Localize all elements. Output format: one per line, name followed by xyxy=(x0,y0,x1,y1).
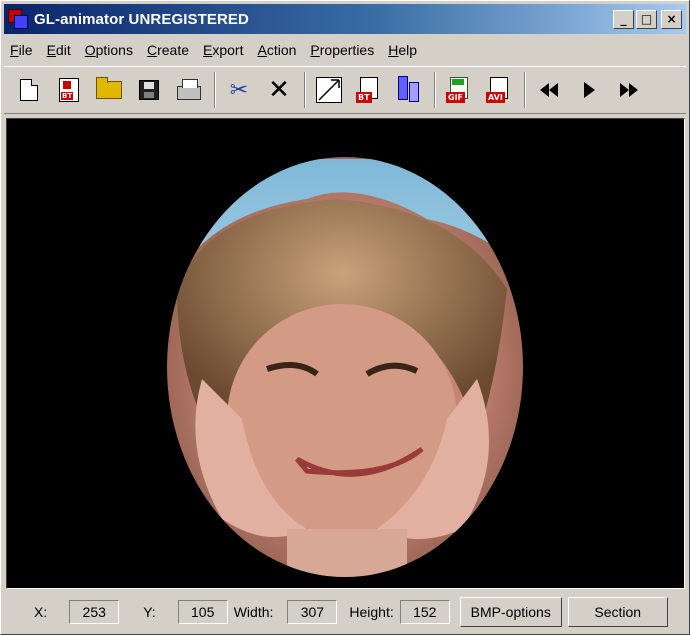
delete-button[interactable]: ✕ xyxy=(264,73,294,107)
height-field[interactable]: 152 xyxy=(399,600,450,624)
width-field[interactable]: 307 xyxy=(287,600,338,624)
save-button[interactable] xyxy=(134,73,164,107)
open-folder-icon xyxy=(96,77,122,99)
blue-bars-icon xyxy=(396,76,422,104)
rewind-icon xyxy=(540,83,558,97)
print-button[interactable] xyxy=(174,73,204,107)
x-label: X: xyxy=(34,604,48,620)
title-bar[interactable]: GL-animator UNREGISTERED _ □ × xyxy=(4,4,686,34)
menu-create[interactable]: Create xyxy=(147,42,189,58)
app-window: GL-animator UNREGISTERED _ □ × File Edit… xyxy=(0,0,690,635)
play-button[interactable] xyxy=(574,73,604,107)
export-avi-button[interactable]: AVI xyxy=(484,73,514,107)
fast-forward-button[interactable] xyxy=(614,73,644,107)
toolbar-separator xyxy=(434,72,436,108)
blue-bars-button[interactable] xyxy=(394,73,424,107)
y-field[interactable]: 105 xyxy=(177,600,228,624)
animation-canvas[interactable] xyxy=(6,118,685,589)
minimize-button[interactable]: _ xyxy=(613,9,634,29)
open-folder-button[interactable] xyxy=(94,73,124,107)
window-title: GL-animator UNREGISTERED xyxy=(34,10,249,28)
delete-x-icon: ✕ xyxy=(268,75,290,105)
morphed-face-image xyxy=(167,157,523,577)
export-bt-icon: BT xyxy=(356,77,382,103)
export-gif-button[interactable]: GIF xyxy=(444,73,474,107)
new-document-icon xyxy=(20,79,38,101)
x-field[interactable]: 253 xyxy=(69,600,120,624)
play-icon xyxy=(583,82,595,98)
frame-icon xyxy=(316,77,342,103)
status-bar: X: 253 Y: 105 Width: 307 Height: 152 BMP… xyxy=(4,593,686,631)
app-logo-icon[interactable] xyxy=(8,9,28,29)
fast-forward-icon xyxy=(620,83,638,97)
toolbar-separator xyxy=(214,72,216,108)
menu-help[interactable]: Help xyxy=(388,42,417,58)
frame-button[interactable] xyxy=(314,73,344,107)
open-bt-icon: BT xyxy=(59,78,79,102)
menu-options[interactable]: Options xyxy=(85,42,133,58)
bmp-options-button[interactable]: BMP-options xyxy=(459,597,562,627)
export-bt-button[interactable]: BT xyxy=(354,73,384,107)
menu-edit[interactable]: Edit xyxy=(47,42,71,58)
height-label: Height: xyxy=(349,604,394,620)
menu-bar: File Edit Options Create Export Action P… xyxy=(4,38,686,62)
toolbar: BT ✂ ✕ BT GIF AVI xyxy=(4,66,686,114)
print-icon xyxy=(177,79,201,100)
maximize-button[interactable]: □ xyxy=(636,9,657,29)
menu-export[interactable]: Export xyxy=(203,42,243,58)
menu-file[interactable]: File xyxy=(10,42,33,58)
export-avi-icon: AVI xyxy=(486,77,512,103)
close-button[interactable]: × xyxy=(661,9,682,29)
toolbar-separator xyxy=(524,72,526,108)
width-label: Width: xyxy=(233,604,274,620)
new-document-button[interactable] xyxy=(14,73,44,107)
save-disk-icon xyxy=(139,80,159,100)
cut-button[interactable]: ✂ xyxy=(224,73,254,107)
y-label: Y: xyxy=(143,604,156,620)
export-gif-icon: GIF xyxy=(446,77,472,103)
rewind-button[interactable] xyxy=(534,73,564,107)
section-button[interactable]: Section xyxy=(567,597,668,627)
cut-scissors-icon: ✂ xyxy=(229,77,249,103)
open-bt-button[interactable]: BT xyxy=(54,73,84,107)
menu-action[interactable]: Action xyxy=(257,42,296,58)
menu-properties[interactable]: Properties xyxy=(310,42,374,58)
toolbar-separator xyxy=(304,72,306,108)
